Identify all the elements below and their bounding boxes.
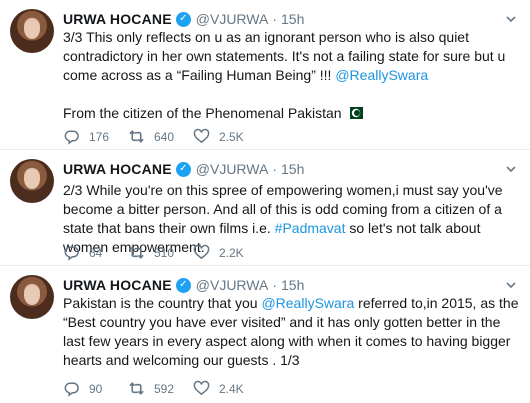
- like-button[interactable]: 2.4K: [193, 380, 258, 397]
- verified-badge-icon: ✓: [175, 11, 191, 27]
- tweet-text-part: 3/3 This only reflects on u as an ignora…: [63, 29, 506, 83]
- like-count: 2.5K: [219, 129, 244, 144]
- retweet-count: 640: [154, 129, 175, 144]
- reply-button[interactable]: 64: [63, 244, 128, 261]
- heart-icon: [193, 244, 210, 260]
- chevron-down-icon[interactable]: [504, 162, 518, 176]
- tweet-actions: 64 510 2.2K: [63, 244, 258, 261]
- separator-dot: ·: [272, 277, 277, 293]
- username-handle[interactable]: @VJURWA: [196, 277, 269, 293]
- tweet-header: URWA HOCANE ✓ @VJURWA · 15h: [63, 276, 304, 294]
- tweet-actions: 176 640 2.5K: [63, 128, 258, 145]
- tweet-actions: 90 592 2.4K: [63, 380, 258, 397]
- like-button[interactable]: 2.2K: [193, 244, 258, 261]
- retweet-count: 592: [154, 381, 175, 396]
- reply-icon: [64, 382, 79, 397]
- retweet-count: 510: [154, 245, 175, 260]
- tweet-header: URWA HOCANE ✓ @VJURWA · 15h: [63, 10, 304, 28]
- mention-link[interactable]: @ReallySwara: [261, 295, 354, 311]
- pakistan-flag-icon: [345, 107, 363, 119]
- tweet-header: URWA HOCANE ✓ @VJURWA · 15h: [63, 160, 304, 178]
- tweet-timeline: URWA HOCANE ✓ @VJURWA · 15h 3/3 This onl…: [0, 0, 530, 403]
- username-handle[interactable]: @VJURWA: [196, 161, 269, 177]
- separator-dot: ·: [272, 11, 277, 27]
- timestamp[interactable]: 15h: [281, 11, 304, 27]
- display-name[interactable]: URWA HOCANE: [63, 161, 172, 177]
- tweet-text-part: From the citizen of the Phenomenal Pakis…: [63, 105, 342, 121]
- display-name[interactable]: URWA HOCANE: [63, 277, 172, 293]
- like-count: 2.4K: [219, 381, 244, 396]
- retweet-icon: [129, 382, 144, 395]
- reply-icon: [64, 130, 79, 145]
- retweet-button[interactable]: 510: [128, 244, 193, 261]
- tweet[interactable]: URWA HOCANE ✓ @VJURWA · 15h 2/3 While yo…: [0, 150, 530, 266]
- timestamp[interactable]: 15h: [281, 161, 304, 177]
- heart-icon: [193, 380, 210, 396]
- hashtag-link[interactable]: #Padmavat: [275, 220, 346, 236]
- reply-count: 90: [89, 381, 103, 396]
- reply-icon: [64, 246, 79, 261]
- tweet[interactable]: URWA HOCANE ✓ @VJURWA · 15h 3/3 This onl…: [0, 0, 530, 150]
- tweet[interactable]: URWA HOCANE ✓ @VJURWA · 15h Pakistan is …: [0, 266, 530, 403]
- timestamp[interactable]: 15h: [281, 277, 304, 293]
- heart-icon: [193, 128, 210, 144]
- separator-dot: ·: [272, 161, 277, 177]
- chevron-down-icon[interactable]: [504, 278, 518, 292]
- verified-badge-icon: ✓: [175, 277, 191, 293]
- retweet-button[interactable]: 640: [128, 128, 193, 145]
- reply-count: 64: [89, 245, 103, 260]
- like-count: 2.2K: [219, 245, 244, 260]
- verified-badge-icon: ✓: [175, 161, 191, 177]
- reply-count: 176: [89, 129, 110, 144]
- avatar[interactable]: [10, 159, 54, 203]
- reply-button[interactable]: 90: [63, 380, 128, 397]
- avatar[interactable]: [10, 9, 54, 53]
- tweet-text: 3/3 This only reflects on u as an ignora…: [63, 28, 522, 123]
- reply-button[interactable]: 176: [63, 128, 128, 145]
- retweet-icon: [129, 130, 144, 143]
- avatar[interactable]: [10, 275, 54, 319]
- mention-link[interactable]: @ReallySwara: [335, 67, 428, 83]
- retweet-button[interactable]: 592: [128, 380, 193, 397]
- username-handle[interactable]: @VJURWA: [196, 11, 269, 27]
- display-name[interactable]: URWA HOCANE: [63, 11, 172, 27]
- like-button[interactable]: 2.5K: [193, 128, 258, 145]
- tweet-text-part: Pakistan is the country that you: [63, 295, 262, 311]
- retweet-icon: [129, 246, 144, 259]
- tweet-text: Pakistan is the country that you @Really…: [63, 294, 522, 370]
- chevron-down-icon[interactable]: [504, 12, 518, 26]
